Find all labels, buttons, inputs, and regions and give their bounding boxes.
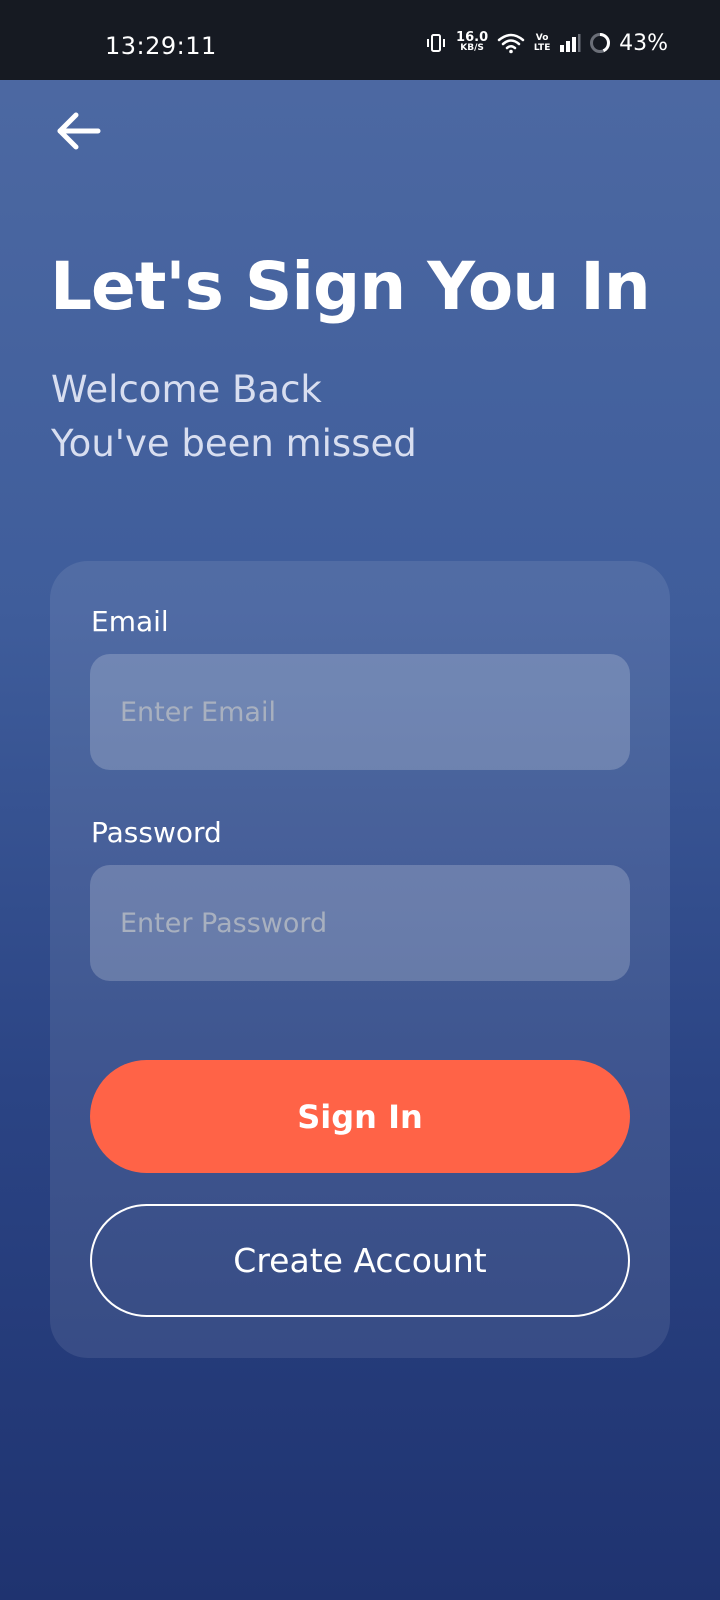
password-label: Password [91, 816, 222, 849]
network-speed-value: 16.0 [456, 30, 489, 45]
vibrate-icon [425, 32, 447, 54]
create-account-button[interactable]: Create Account [90, 1204, 630, 1317]
network-speed-unit: KB/S [460, 43, 484, 53]
battery-percent: 43% [619, 30, 668, 56]
volte-bottom: LTE [533, 43, 551, 53]
signal-icon [559, 33, 581, 53]
status-bar: 13:29:11 16.0 KB/S Vo LTE 43% [0, 0, 720, 80]
status-time: 13:29:11 [105, 32, 217, 60]
status-icons: 16.0 KB/S Vo LTE 43% [425, 28, 668, 58]
page-title: Let's Sign You In [50, 248, 651, 325]
sign-in-screen: 13:29:11 16.0 KB/S Vo LTE 43% Let's Sign… [0, 0, 720, 1600]
volte-top: Vo [535, 33, 549, 43]
welcome-text: Welcome Back [51, 368, 322, 411]
password-input[interactable] [90, 865, 630, 981]
volte-indicator: Vo LTE [533, 33, 551, 53]
wifi-icon [497, 32, 525, 54]
back-button[interactable] [52, 105, 104, 157]
battery-icon [589, 32, 611, 54]
missed-text: You've been missed [51, 422, 417, 465]
email-label: Email [91, 605, 169, 638]
login-card: Email Password Sign In Create Account [50, 561, 670, 1358]
arrow-left-icon [57, 112, 101, 150]
email-input[interactable] [90, 654, 630, 770]
sign-in-button[interactable]: Sign In [90, 1060, 630, 1173]
network-speed: 16.0 KB/S [455, 30, 489, 54]
